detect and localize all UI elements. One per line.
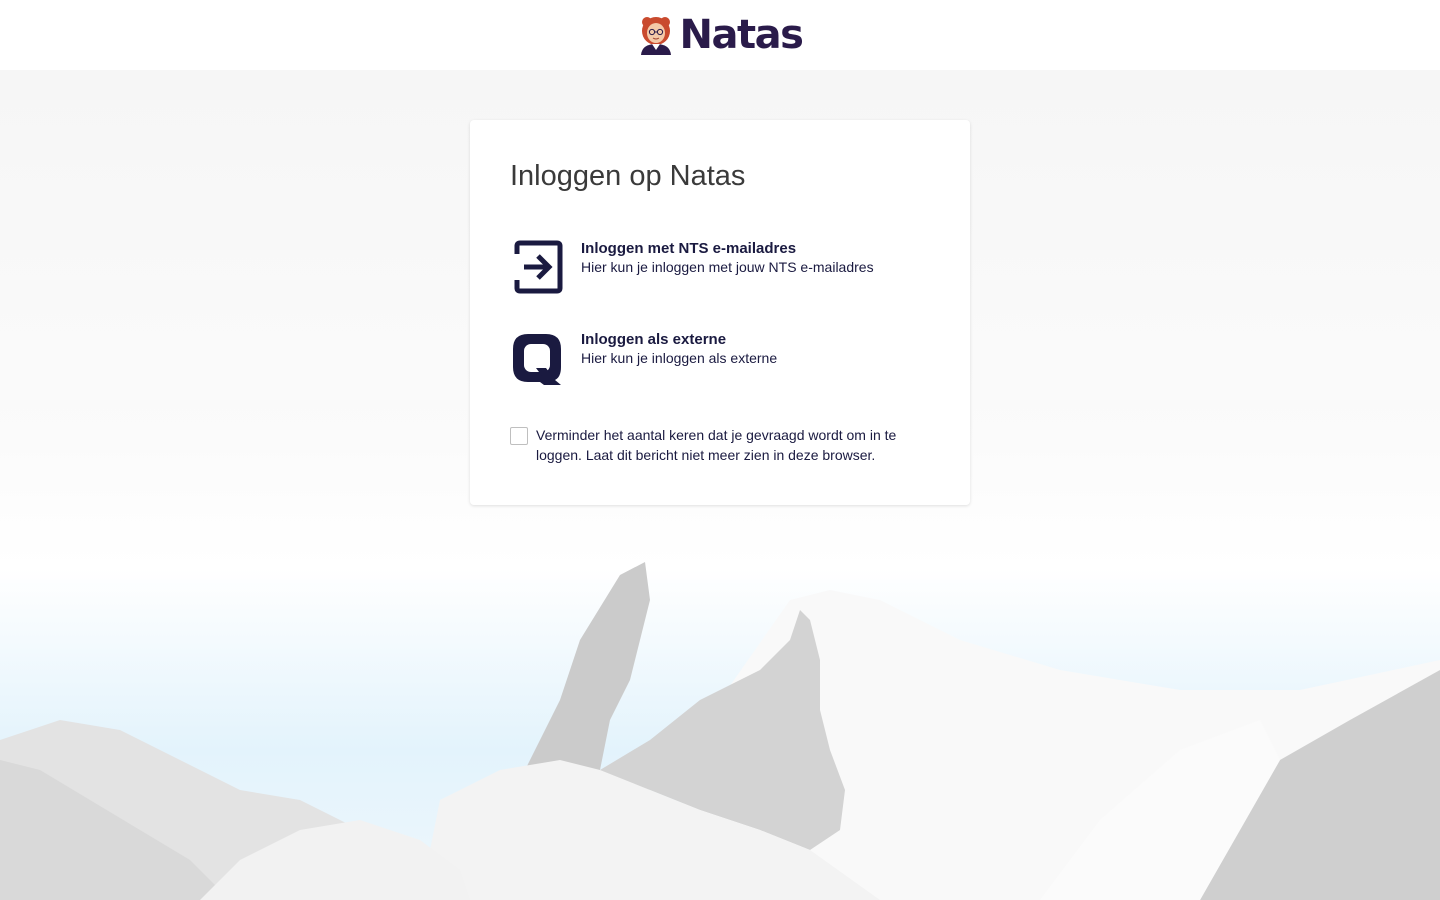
logo-wordmark: Natas (679, 12, 804, 58)
option-description: Hier kun je inloggen met jouw NTS e-mail… (581, 259, 874, 275)
page-title: Inloggen op Natas (510, 160, 746, 192)
q-logo-icon (513, 334, 561, 385)
avatar-woman-icon (640, 17, 671, 55)
login-arrow-icon (514, 240, 563, 294)
top-header: Natas (0, 0, 1440, 70)
option-description: Hier kun je inloggen als externe (581, 350, 778, 366)
login-external-option[interactable]: Inloggen als externe Hier kun je inlogge… (510, 331, 930, 391)
natas-logo[interactable]: Natas (638, 12, 804, 58)
remember-me-row: Verminder het aantal keren dat je gevraa… (510, 425, 930, 465)
option-title: Inloggen als externe (581, 331, 727, 348)
option-title: Inloggen met NTS e-mailadres (581, 240, 797, 257)
remember-label[interactable]: Verminder het aantal keren dat je gevraa… (536, 425, 930, 465)
remember-checkbox[interactable] (510, 427, 528, 445)
login-nts-email-option[interactable]: Inloggen met NTS e-mailadres Hier kun je… (510, 240, 930, 300)
login-card: Inloggen op Natas Inloggen met NTS e-mai… (470, 120, 970, 505)
